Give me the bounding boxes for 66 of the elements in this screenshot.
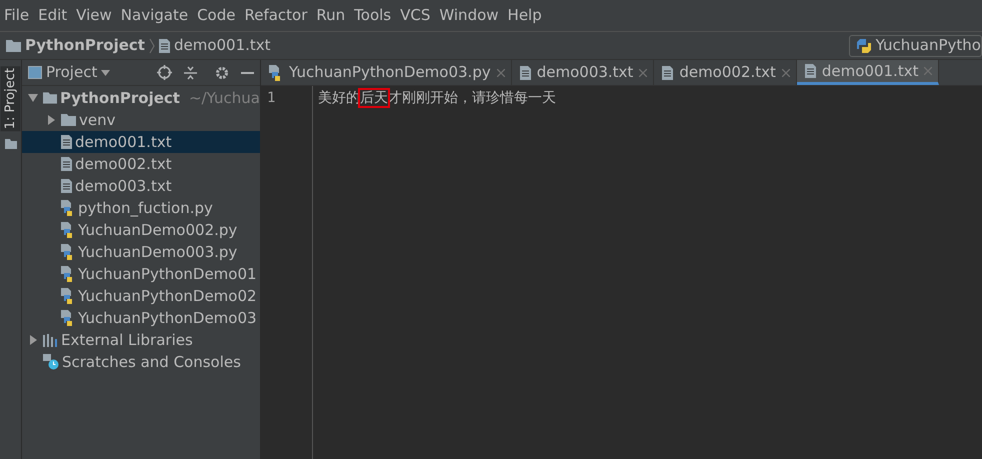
python-file-icon: [61, 222, 75, 238]
python-file-icon: [269, 64, 283, 80]
python-file-icon: [61, 200, 75, 216]
tree-item[interactable]: YuchuanDemo003.py: [22, 241, 260, 263]
tree-item[interactable]: YuchuanPythonDemo01: [22, 263, 260, 285]
tree-item[interactable]: YuchuanDemo002.py: [22, 219, 260, 241]
text-file-icon: [662, 66, 674, 80]
close-icon[interactable]: [496, 68, 505, 76]
text-file-icon: [61, 135, 72, 149]
tree-item[interactable]: demo002.txt: [22, 153, 260, 175]
folder-icon: [4, 139, 16, 150]
text-file-icon: [61, 157, 72, 171]
project-tool-tab[interactable]: 1: Project: [0, 66, 20, 132]
menu-item[interactable]: Navigate: [120, 4, 188, 27]
menu-item[interactable]: Window: [439, 4, 499, 27]
python-icon: [856, 38, 872, 54]
editor-tab[interactable]: demo002.txt: [654, 60, 797, 85]
text-file-icon: [804, 64, 816, 78]
text-file-icon: [520, 66, 531, 80]
tree-item[interactable]: demo001.txt: [22, 131, 260, 153]
path-text: ~/Yuchua: [188, 88, 260, 109]
editor-tab[interactable]: demo001.txt: [796, 60, 940, 85]
menu-item[interactable]: Help: [508, 4, 542, 27]
menu-item[interactable]: Refactor: [244, 4, 308, 27]
settings-icon[interactable]: [215, 66, 229, 80]
scratches-icon: [43, 354, 59, 370]
close-icon[interactable]: [782, 68, 790, 76]
tree-item[interactable]: YuchuanPythonDemo03: [22, 307, 260, 329]
expanded-arrow-icon[interactable]: [26, 94, 40, 102]
menu-item[interactable]: VCS: [400, 4, 430, 27]
panel-title[interactable]: Project: [46, 61, 98, 84]
text-file-icon: [61, 179, 72, 193]
dropdown-icon[interactable]: [101, 70, 110, 76]
breadcrumb-item[interactable]: PythonProject: [25, 34, 145, 57]
breadcrumb-item[interactable]: demo001.txt: [174, 34, 271, 57]
menu-item[interactable]: File: [4, 4, 30, 27]
folder-icon: [61, 114, 76, 126]
menu-item[interactable]: Run: [316, 4, 346, 27]
run-config-selector[interactable]: YuchuanPytho: [848, 34, 982, 56]
tree-item[interactable]: venv: [22, 109, 260, 131]
collapse-icon[interactable]: [184, 66, 197, 80]
tree-item[interactable]: PythonProject ~/Yuchua: [22, 87, 260, 109]
close-icon[interactable]: [639, 68, 648, 76]
tree-item[interactable]: External Libraries: [22, 329, 260, 351]
editor-tab[interactable]: YuchuanPythonDemo03.py: [261, 60, 512, 85]
line-number: 1: [267, 89, 276, 108]
text-file-icon: [158, 38, 170, 52]
folder-icon: [6, 40, 21, 52]
menu-item[interactable]: View: [76, 4, 112, 27]
libraries-icon: [43, 334, 58, 346]
tree-item[interactable]: python_fuction.py: [22, 197, 260, 219]
locate-icon[interactable]: [157, 65, 172, 80]
folder-icon: [43, 92, 57, 104]
menu-item[interactable]: Code: [197, 4, 236, 27]
python-file-icon: [61, 266, 75, 282]
tree-item[interactable]: YuchuanPythonDemo02: [22, 285, 260, 307]
menu-item[interactable]: Tools: [354, 4, 392, 27]
panel-icon: [28, 66, 42, 79]
tree-item[interactable]: Scratches and Consoles: [22, 351, 260, 373]
python-file-icon: [61, 244, 75, 260]
python-file-icon: [61, 288, 75, 304]
menu-item[interactable]: Edit: [38, 4, 68, 27]
tree-item[interactable]: demo003.txt: [22, 175, 260, 197]
breadcrumb-separator-icon: [148, 38, 155, 54]
editor-tab[interactable]: demo003.txt: [512, 60, 654, 85]
python-file-icon: [61, 310, 75, 326]
